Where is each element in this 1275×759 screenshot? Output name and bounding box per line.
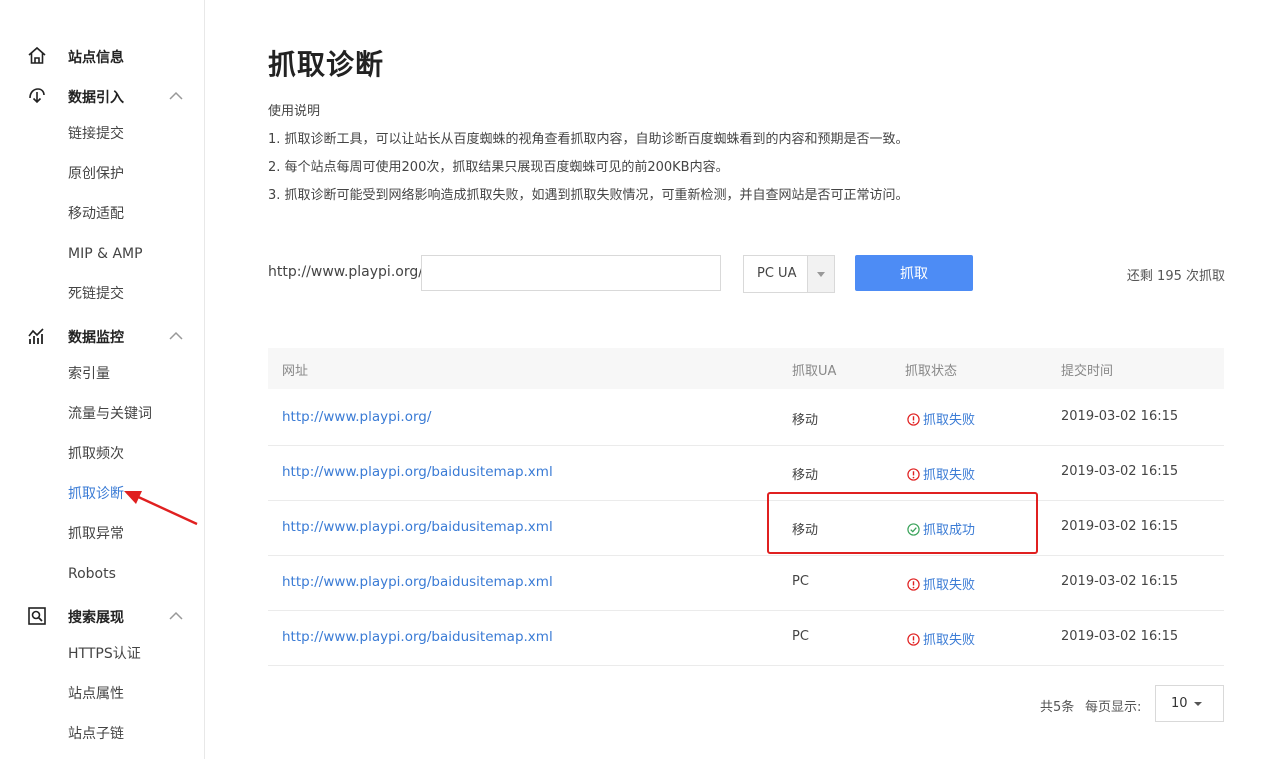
header-url: 网址 (282, 364, 309, 379)
usage-line-2: 2. 每个站点每周可使用200次，抓取结果只展现百度蜘蛛可见的前200KB内容。 (268, 160, 729, 175)
chart-icon (28, 328, 44, 344)
error-circle-icon (907, 413, 920, 430)
sidebar-item-dead-link[interactable]: 死链提交 (68, 284, 124, 304)
row-ua: PC (792, 574, 809, 589)
header-ua: 抓取UA (792, 364, 837, 379)
row-ua: PC (792, 629, 809, 644)
home-icon (28, 46, 46, 64)
sidebar-item-mip-amp[interactable]: MIP & AMP (68, 244, 143, 264)
error-circle-icon (907, 468, 920, 485)
sidebar-item-crawl-frequency[interactable]: 抓取频次 (68, 444, 124, 464)
url-prefix: http://www.playpi.org/ (268, 264, 423, 280)
table-row: http://www.playpi.org/移动 抓取失败 2019-03-02 1… (268, 390, 1224, 446)
sidebar-section-search-display[interactable]: 搜索展现 (0, 596, 204, 636)
url-input[interactable] (421, 255, 721, 291)
usage-line-3: 3. 抓取诊断可能受到网络影响造成抓取失败，如遇到抓取失败情况，可重新检测，并自… (268, 188, 909, 203)
sidebar-item-https[interactable]: HTTPS认证 (68, 644, 141, 664)
table-row: http://www.playpi.org/baidusitemap.xml 移动… (268, 445, 1224, 501)
row-status[interactable]: 抓取失败 (907, 574, 975, 595)
row-time: 2019-03-02 16:15 (1061, 409, 1179, 424)
table-row: http://www.playpi.org/baidusitemap.xml PC… (268, 555, 1224, 611)
sidebar-section-data-import[interactable]: 数据引入 (0, 76, 204, 116)
row-status[interactable]: 抓取失败 (907, 409, 975, 430)
row-time: 2019-03-02 16:15 (1061, 574, 1179, 589)
page-title: 抓取诊断 (268, 48, 385, 81)
fetch-button[interactable]: 抓取 (855, 255, 973, 291)
sidebar-item-index-volume[interactable]: 索引量 (68, 364, 110, 384)
sidebar-item-link-submit[interactable]: 链接提交 (68, 124, 124, 144)
chevron-up-icon[interactable] (167, 89, 185, 103)
per-page-label: 每页显示: (1085, 700, 1142, 715)
header-status: 抓取状态 (905, 364, 958, 379)
dropdown-arrow-icon[interactable] (807, 256, 834, 292)
section-label: 数据引入 (68, 90, 124, 106)
row-url-link[interactable]: http://www.playpi.org/baidusitemap.xml (282, 574, 553, 590)
row-status[interactable]: 抓取失败 (907, 629, 975, 650)
sidebar: 站点信息 数据引入 链接提交 原创保护 移动适配 MIP & AMP 死链提交 … (0, 0, 205, 759)
row-time: 2019-03-02 16:15 (1061, 464, 1179, 479)
sidebar-item-crawl-error[interactable]: 抓取异常 (68, 524, 124, 544)
header-time: 提交时间 (1061, 364, 1114, 379)
row-time: 2019-03-02 16:15 (1061, 519, 1179, 534)
sidebar-item-mobile-adapt[interactable]: 移动适配 (68, 204, 124, 224)
sidebar-item-original-protect[interactable]: 原创保护 (68, 164, 124, 184)
sidebar-section-data-monitor[interactable]: 数据监控 (0, 316, 204, 356)
data-import-icon (29, 88, 45, 104)
highlight-box (767, 492, 1038, 554)
sidebar-item-site-info[interactable]: 站点信息 (0, 36, 204, 76)
sidebar-item-site-attributes[interactable]: 站点属性 (68, 684, 124, 704)
annotation-arrow (124, 491, 198, 526)
row-ua: 移动 (792, 413, 819, 428)
chevron-up-icon[interactable] (167, 329, 185, 343)
table-header: 网址 抓取UA 抓取状态 提交时间 (268, 348, 1224, 389)
dropdown-arrow-icon (1194, 702, 1202, 706)
row-status-label: 抓取失败 (923, 578, 976, 593)
row-url-link[interactable]: http://www.playpi.org/baidusitemap.xml (282, 519, 553, 535)
usage-line-1: 1. 抓取诊断工具，可以让站长从百度蜘蛛的视角查看抓取内容，自助诊断百度蜘蛛看到… (268, 132, 909, 147)
table-row: http://www.playpi.org/baidusitemap.xml 移动… (268, 500, 1224, 556)
row-ua: 移动 (792, 468, 819, 483)
sidebar-item-robots[interactable]: Robots (68, 564, 116, 584)
ua-select[interactable]: PC UA (743, 255, 835, 293)
row-url-link[interactable]: http://www.playpi.org/ (282, 409, 431, 425)
search-display-icon (28, 607, 46, 625)
row-status[interactable]: 抓取失败 (907, 464, 975, 485)
row-time: 2019-03-02 16:15 (1061, 629, 1179, 644)
sidebar-item-traffic-keywords[interactable]: 流量与关键词 (68, 404, 152, 424)
error-circle-icon (907, 578, 920, 595)
remaining-count: 还剩 195 次抓取 (1126, 269, 1225, 284)
table-row: http://www.playpi.org/baidusitemap.xml PC… (268, 610, 1224, 666)
chevron-up-icon[interactable] (167, 609, 185, 623)
sidebar-item-crawl-diagnosis[interactable]: 抓取诊断 (68, 484, 124, 504)
row-url-link[interactable]: http://www.playpi.org/baidusitemap.xml (282, 629, 553, 645)
row-status-label: 抓取失败 (923, 468, 976, 483)
total-count: 共5条 (1040, 700, 1075, 715)
sidebar-item-label: 站点信息 (68, 50, 124, 66)
sidebar-item-sitelinks[interactable]: 站点子链 (68, 724, 124, 744)
per-page-select[interactable]: 10 (1155, 685, 1224, 722)
row-url-link[interactable]: http://www.playpi.org/baidusitemap.xml (282, 464, 553, 480)
section-label: 搜索展现 (68, 610, 124, 626)
row-status-label: 抓取失败 (923, 413, 976, 428)
section-label: 数据监控 (68, 330, 124, 346)
usage-heading: 使用说明 (268, 104, 321, 119)
row-status-label: 抓取失败 (923, 633, 976, 648)
error-circle-icon (907, 633, 920, 650)
per-page-value: 10 (1171, 696, 1188, 711)
ua-select-value: PC UA (757, 266, 797, 281)
